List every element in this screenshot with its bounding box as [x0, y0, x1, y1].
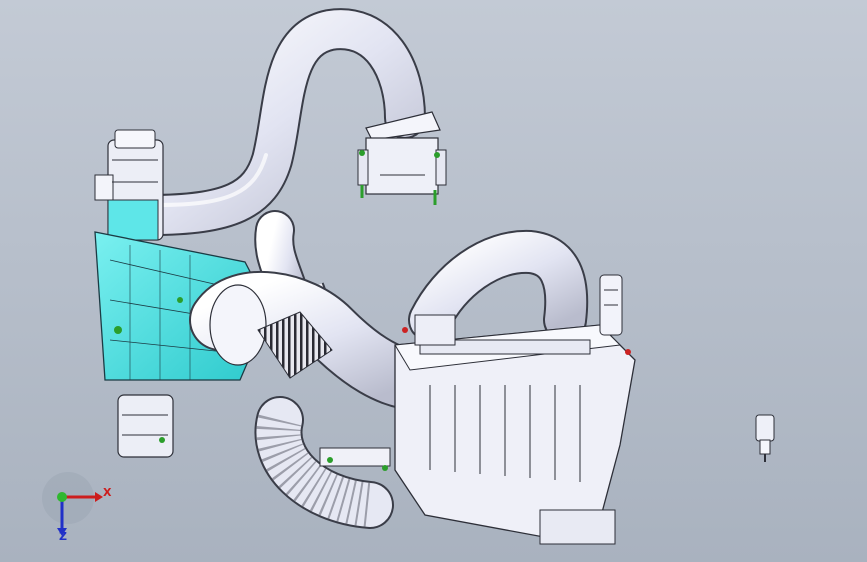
- cad-3d-viewport[interactable]: X Z: [0, 0, 867, 562]
- y-axis-dot: [57, 492, 67, 502]
- triad-z-label: Z: [59, 530, 67, 543]
- coordinate-triad: [42, 472, 103, 536]
- triad-x-label: X: [103, 486, 112, 499]
